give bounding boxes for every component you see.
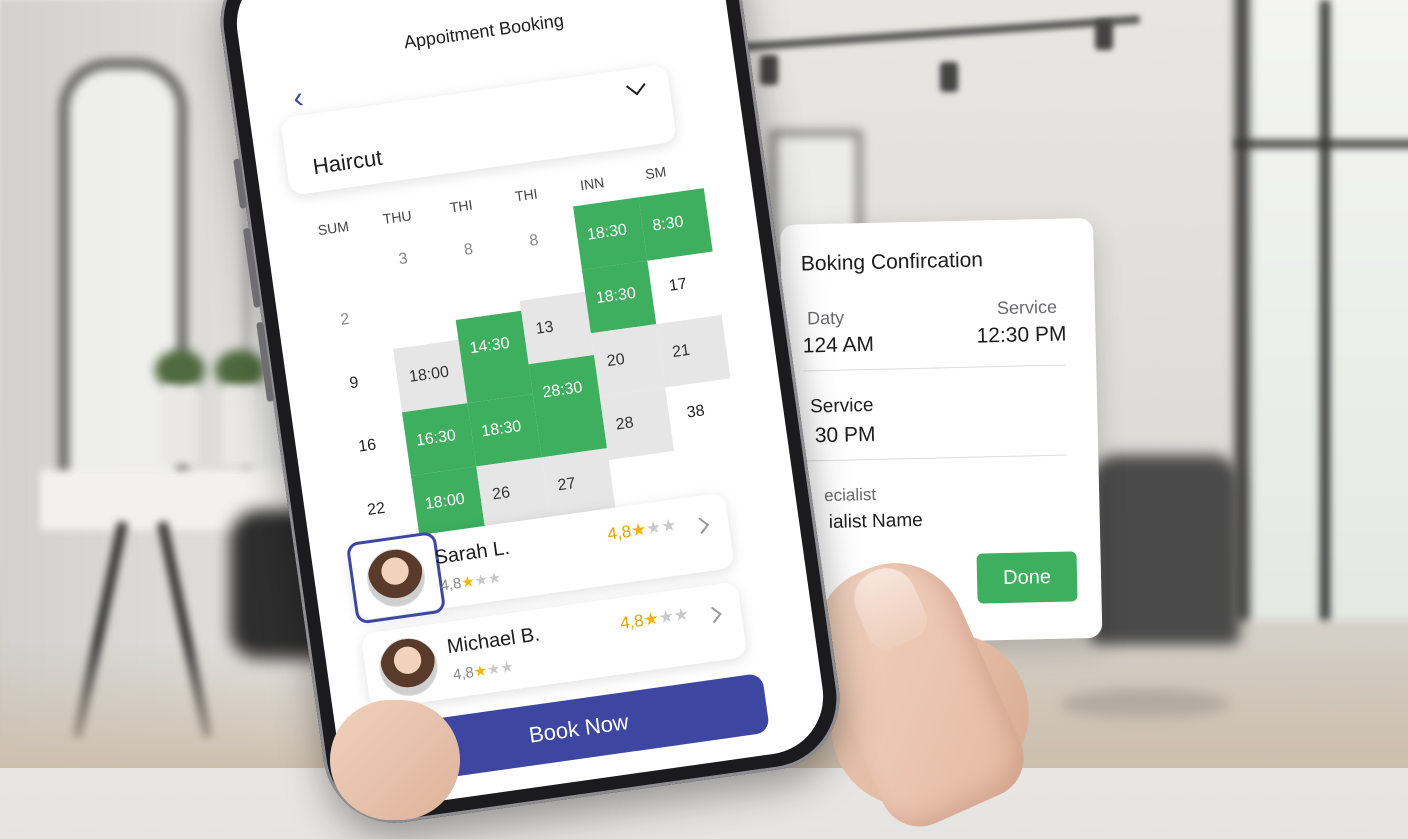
specialist-rating-highlight: 4,8★★★ [618, 604, 691, 633]
service-time-value: 12:30 PM [976, 322, 1067, 348]
calendar-day[interactable]: 17 [647, 252, 721, 325]
calendar-day[interactable]: 2 [319, 286, 393, 359]
calendar-day[interactable]: 9 [328, 349, 402, 422]
calendar-day[interactable]: 13 [519, 291, 594, 365]
selected-indicator [345, 530, 447, 625]
service-dropdown-value: Haircut [311, 144, 384, 180]
calendar-day[interactable]: 38 [665, 378, 739, 451]
service-time-label: Service [996, 296, 1058, 319]
day-header: INN [579, 174, 606, 194]
service-dropdown[interactable]: Haircut [279, 64, 678, 196]
calendar-day[interactable]: 28 [599, 387, 675, 461]
service-value: 30 PM [814, 422, 876, 448]
calendar-day[interactable]: 21 [656, 314, 731, 388]
day-header: SM [644, 163, 668, 183]
time-slot[interactable]: 18:30 [581, 260, 657, 334]
back-chevron-icon[interactable]: ‹ [291, 81, 305, 115]
specialist-name: Michael B. [445, 623, 542, 659]
calendar-day[interactable]: 16 [337, 412, 411, 485]
calendar-day[interactable]: 20 [590, 324, 666, 397]
specialist-name: Sarah L. [433, 536, 512, 570]
time-slot[interactable]: 28:30 [528, 355, 608, 458]
done-button[interactable]: Done [976, 551, 1078, 604]
specialist-rating: 4,8★★★ [451, 658, 515, 684]
chevron-right-icon [692, 517, 710, 535]
screen-title: Appoitment Booking [402, 10, 565, 53]
specialist-value: ialist Name [828, 509, 923, 533]
calendar-day[interactable]: 8 [442, 216, 516, 289]
time-slot[interactable]: 8:30 [638, 188, 713, 261]
time-slot[interactable]: 18:30 [467, 393, 542, 467]
time-slot[interactable]: 18:30 [573, 197, 648, 270]
calendar-day[interactable]: 8 [508, 207, 582, 280]
time-slot[interactable]: 18:00 [393, 339, 468, 413]
divider [805, 454, 1068, 462]
calendar-day[interactable]: 3 [377, 225, 451, 298]
day-header: THI [513, 185, 539, 205]
day-label: Daty [806, 307, 845, 329]
hand-palm [330, 700, 460, 820]
phone-screen: Appoitment Booking ‹ Haircut SUM THU THI… [229, 0, 831, 814]
day-header: THI [448, 196, 474, 216]
time-slot[interactable]: 14:30 [455, 310, 533, 404]
specialist-label: ecialist [823, 484, 877, 506]
day-header: THU [381, 207, 413, 228]
divider [803, 364, 1066, 372]
specialist-rating-highlight: 4,8★★★ [606, 515, 678, 544]
avatar [375, 634, 442, 700]
specialist-rating: 4,8★★★ [439, 569, 503, 595]
day-value: 124 AM [802, 332, 875, 358]
time-slot[interactable]: 16:30 [402, 403, 477, 476]
chevron-right-icon [704, 606, 722, 624]
day-header: SUM [316, 218, 350, 239]
chevron-down-icon [626, 75, 646, 96]
confirmation-title: Boking Confircation [800, 248, 984, 276]
service-label: Service [809, 394, 874, 418]
